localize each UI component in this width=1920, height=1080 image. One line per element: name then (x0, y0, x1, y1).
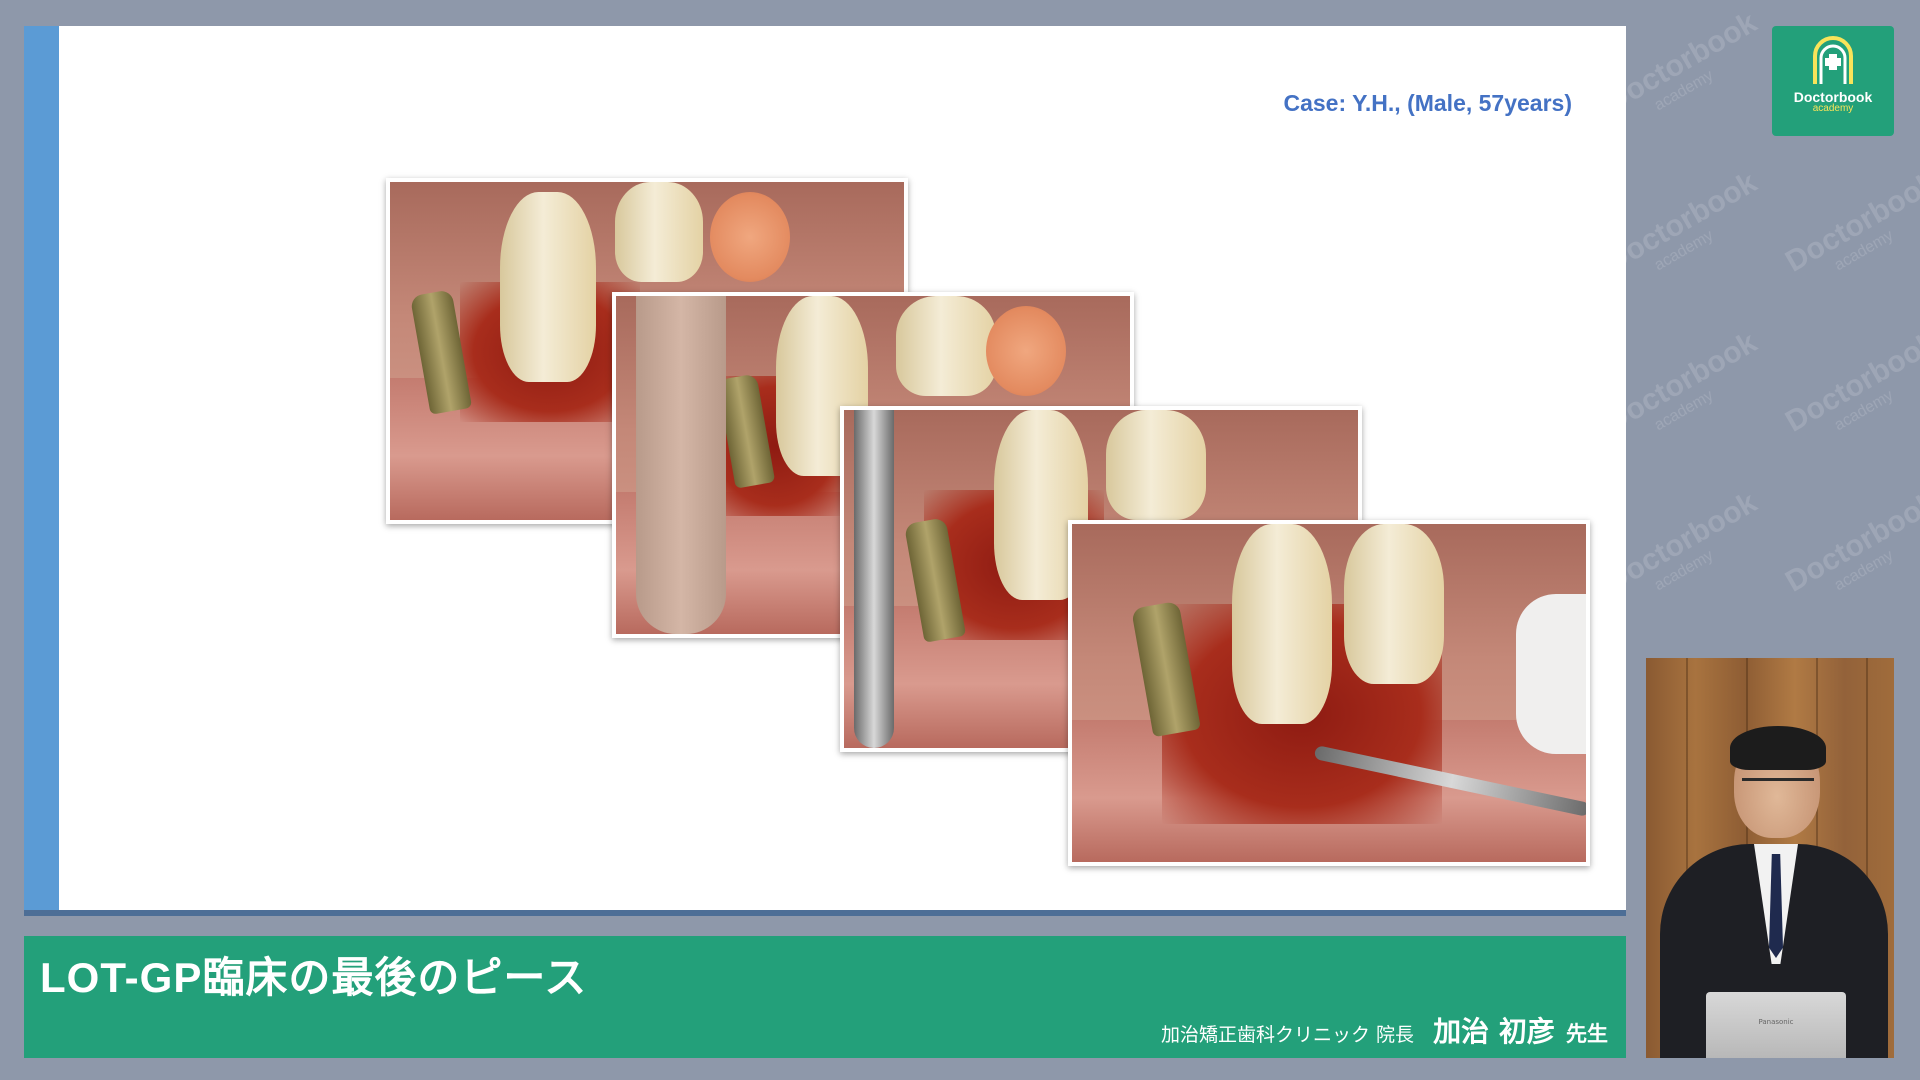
presenter-glasses (1742, 778, 1814, 795)
presenter-affiliation: 加治矯正歯科クリニック 院長 (1161, 1024, 1415, 1046)
clinical-photo-4 (1068, 520, 1590, 866)
presenter-webcam: Panasonic (1646, 658, 1894, 1058)
presenter-credit: 加治矯正歯科クリニック 院長 加治 初彦 先生 (1161, 1010, 1608, 1050)
presentation-slide: Case: Y.H., (Male, 57years) (24, 26, 1626, 916)
presenter-hair (1730, 726, 1826, 770)
doctorbook-academy-logo: Doctorbook academy (1772, 26, 1894, 136)
logo-name: Doctorbook (1793, 89, 1873, 105)
laptop: Panasonic (1706, 992, 1846, 1058)
title-banner: LOT-GP臨床の最後のピース 加治矯正歯科クリニック 院長 加治 初彦 先生 (24, 936, 1626, 1058)
laptop-brand: Panasonic (1758, 1018, 1794, 1026)
slide-accent-bar (24, 26, 59, 910)
lecture-video-frame: Doctorbook academy Doctorbook academy Doct… (0, 0, 1920, 1080)
watermark: Doctorbook academy (1780, 325, 1920, 439)
doctorbook-logo-icon (1813, 36, 1853, 84)
watermark: Doctorbook academy (1780, 485, 1920, 599)
watermark: Doctorbook academy (1780, 165, 1920, 279)
presenter-honorific: 先生 (1566, 1022, 1608, 1046)
presenter-name: 加治 初彦 (1433, 1015, 1555, 1048)
lecture-title: LOT-GP臨床の最後のピース (40, 954, 588, 1001)
logo-sub: academy (1812, 103, 1854, 114)
case-label: Case: Y.H., (Male, 57years) (1283, 90, 1572, 116)
